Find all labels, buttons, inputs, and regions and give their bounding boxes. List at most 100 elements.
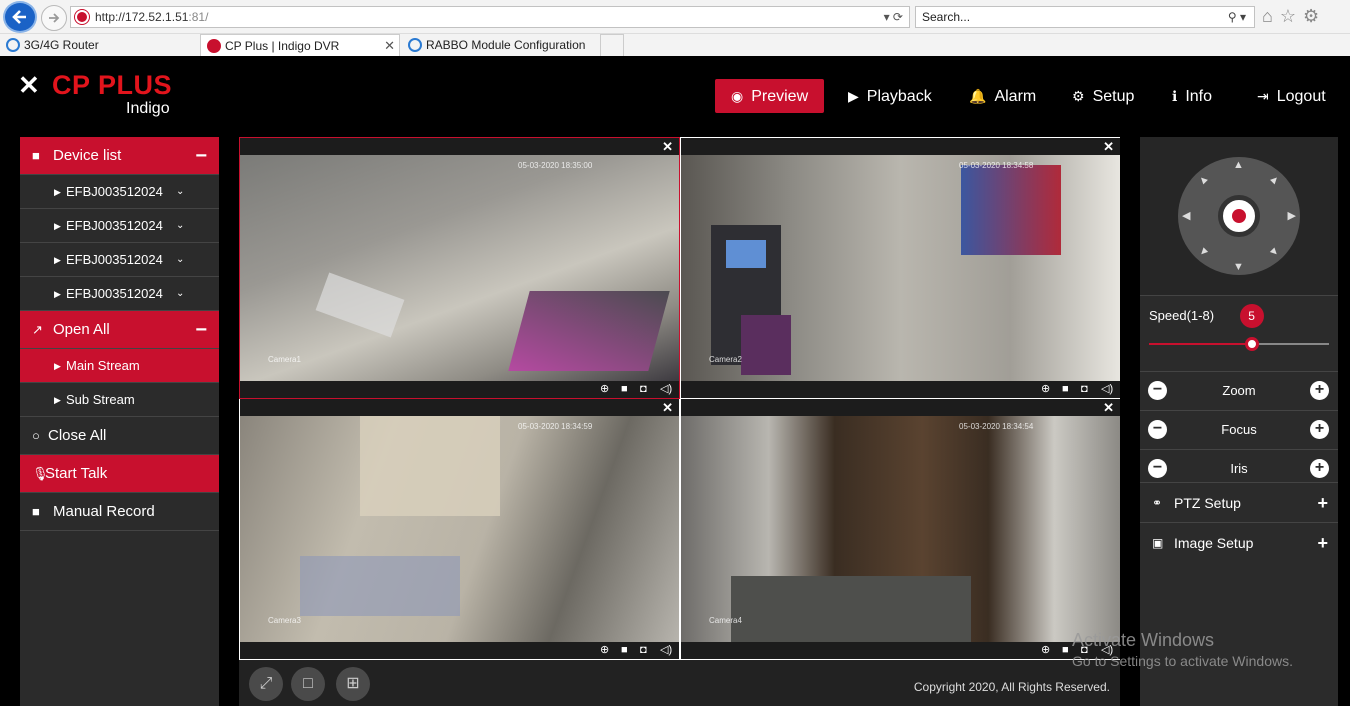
chevron-down-icon[interactable]: ⌄ — [176, 175, 184, 209]
sub-stream-item[interactable]: ▶ Sub Stream — [20, 383, 219, 417]
nav-preview[interactable]: ◉ Preview — [715, 79, 825, 113]
expand-icon[interactable]: + — [1317, 523, 1328, 563]
focus-plus-button[interactable]: + — [1310, 420, 1329, 439]
device-item[interactable]: ▶ EFBJ003512024 ⌄ — [20, 209, 219, 243]
record-icon[interactable]: ■ — [621, 642, 628, 659]
expand-icon[interactable]: + — [1317, 483, 1328, 523]
close-icon[interactable]: ✕ — [662, 138, 673, 155]
device-item[interactable]: ▶ EFBJ003512024 ⌄ — [20, 175, 219, 209]
quad-view-button[interactable]: ⊞ — [336, 667, 370, 701]
record-icon[interactable]: ■ — [1062, 642, 1069, 659]
device-item[interactable]: ▶ EFBJ003512024 ⌄ — [20, 243, 219, 277]
caret-right-icon: ▶ — [54, 255, 61, 265]
star-icon[interactable]: ☆ — [1280, 6, 1303, 26]
back-button[interactable] — [3, 1, 37, 33]
camera-feed[interactable]: 05-03-2020 18:34:54 Camera4 — [681, 416, 1120, 642]
toolbar-icons: ⌂☆⚙ — [1262, 6, 1326, 27]
ptz-setup-section[interactable]: ⚭ PTZ Setup + — [1140, 482, 1338, 522]
record-icon[interactable]: ■ — [1062, 381, 1069, 398]
collapse-icon[interactable]: − — [195, 311, 207, 349]
tab-router[interactable]: 3G/4G Router — [0, 34, 198, 57]
snapshot-icon[interactable]: ◘ — [640, 642, 647, 659]
ie-icon — [6, 38, 20, 52]
close-icon[interactable]: ✕ — [1103, 138, 1114, 155]
forward-button[interactable] — [41, 5, 67, 31]
camera-view-4[interactable]: ✕ 05-03-2020 18:34:54 Camera4 ⊕ ■ ◘ ◁) — [681, 399, 1120, 659]
arrow-down-icon[interactable]: ▼ — [1233, 261, 1244, 273]
collapse-icon[interactable]: − — [195, 137, 207, 175]
camera-view-1[interactable]: ✕ 05-03-2020 18:35:00 Camera1 ⊕ ■ ◘ ◁) — [239, 137, 680, 399]
device-item[interactable]: ▶ EFBJ003512024 ⌄ — [20, 277, 219, 311]
camera-titlebar: ✕ — [681, 138, 1120, 155]
nav-alarm[interactable]: 🔔 Alarm — [969, 79, 1036, 113]
arrow-down-right-icon[interactable]: ▼ — [1266, 244, 1282, 260]
camera-timestamp: 05-03-2020 18:34:54 — [959, 422, 1034, 431]
address-bar[interactable]: http://172.52.1.51:81/ ▾ ⟳ — [70, 6, 910, 28]
camera-view-3[interactable]: ✕ 05-03-2020 18:34:59 Camera3 ⊕ ■ ◘ ◁) — [240, 399, 679, 659]
device-list-header[interactable]: ■ Device list − — [20, 137, 219, 175]
logout-icon: ⇥ — [1257, 88, 1269, 104]
iris-plus-button[interactable]: + — [1310, 459, 1329, 478]
nav-playback[interactable]: ▶ Playback — [848, 79, 932, 113]
close-all-button[interactable]: ○ Close All — [20, 417, 219, 455]
audio-icon[interactable]: ◁) — [660, 642, 672, 659]
zoom-in-icon[interactable]: ⊕ — [600, 381, 609, 398]
ptz-center-button[interactable] — [1218, 195, 1260, 237]
arrow-up-right-icon[interactable]: ▲ — [1266, 172, 1282, 188]
caret-right-icon: ▶ — [54, 187, 61, 197]
tab-rabbo[interactable]: RABBO Module Configuration — [402, 34, 598, 57]
close-icon[interactable]: ✕ — [1103, 399, 1114, 416]
chevron-down-icon[interactable]: ⌄ — [176, 243, 184, 277]
open-all-header[interactable]: ↗ Open All − — [20, 311, 219, 349]
camera-feed[interactable]: 05-03-2020 18:34:58 Camera2 — [681, 155, 1120, 381]
zoom-in-icon[interactable]: ⊕ — [600, 642, 609, 659]
audio-icon[interactable]: ◁) — [1101, 381, 1113, 398]
snapshot-icon[interactable]: ◘ — [640, 381, 647, 398]
tab-cpplus[interactable]: CP Plus | Indigo DVR ✕ — [200, 34, 400, 57]
speed-slider-handle[interactable] — [1244, 337, 1259, 351]
device-label: EFBJ003512024 — [66, 252, 163, 267]
arrow-up-icon[interactable]: ▲ — [1233, 159, 1244, 171]
browser-search-input[interactable]: Search... ⚲ ▾ — [915, 6, 1255, 28]
zoom-in-button[interactable]: + — [1310, 381, 1329, 400]
camera-feed[interactable]: 05-03-2020 18:34:59 Camera3 — [240, 416, 679, 642]
speed-slider[interactable]: 5 — [1149, 304, 1329, 351]
nav-logout[interactable]: ⇥ Logout — [1257, 79, 1326, 113]
snapshot-icon[interactable]: ◘ — [1081, 381, 1088, 398]
fullscreen-button[interactable]: ⤢ — [249, 667, 283, 701]
nav-setup[interactable]: ⚙ Setup — [1072, 79, 1134, 113]
zoom-in-icon[interactable]: ⊕ — [1041, 381, 1050, 398]
record-icon[interactable]: ■ — [621, 381, 628, 398]
arrow-left-icon — [12, 10, 26, 24]
close-tab-icon[interactable]: ✕ — [384, 35, 395, 57]
arrow-right-icon[interactable]: ▶ — [1288, 209, 1296, 222]
zoom-label: Zoom — [1222, 383, 1256, 398]
single-view-button[interactable]: □ — [291, 667, 325, 701]
nav-info[interactable]: ℹ Info — [1172, 79, 1212, 113]
new-tab-button[interactable] — [600, 34, 624, 57]
audio-icon[interactable]: ◁) — [660, 381, 672, 398]
refresh-icon[interactable]: ▾ ⟳ — [884, 7, 903, 27]
camera-view-2[interactable]: ✕ 05-03-2020 18:34:58 Camera2 ⊕ ■ ◘ ◁) — [681, 138, 1120, 398]
gear-icon[interactable]: ⚙ — [1303, 6, 1326, 26]
chevron-down-icon[interactable]: ⌄ — [176, 209, 184, 243]
camera-feed[interactable]: 05-03-2020 18:35:00 Camera1 — [240, 155, 679, 381]
image-setup-section[interactable]: ▣ Image Setup + — [1140, 522, 1338, 562]
zoom-out-button[interactable]: − — [1148, 381, 1167, 400]
camera-icon: ■ — [32, 148, 40, 163]
iris-minus-button[interactable]: − — [1148, 459, 1167, 478]
arrow-up-left-icon[interactable]: ▲ — [1195, 172, 1211, 188]
manual-record-button[interactable]: ■ Manual Record — [20, 493, 219, 531]
arrow-down-left-icon[interactable]: ▼ — [1195, 244, 1211, 260]
arrow-left-icon[interactable]: ◀ — [1182, 209, 1190, 222]
start-talk-button[interactable]: 🎙 Start Talk — [20, 455, 219, 493]
close-icon[interactable]: ✕ — [662, 399, 673, 416]
ptz-ring[interactable]: ▲ ▼ ◀ ▶ ▲ ▲ ▼ ▼ — [1178, 157, 1300, 275]
main-stream-item[interactable]: ▶ Main Stream — [20, 349, 219, 383]
zoom-in-icon[interactable]: ⊕ — [1041, 642, 1050, 659]
chevron-down-icon[interactable]: ⌄ — [176, 277, 184, 311]
focus-minus-button[interactable]: − — [1148, 420, 1167, 439]
search-icon[interactable]: ⚲ ▾ — [1228, 7, 1246, 27]
home-icon[interactable]: ⌂ — [1262, 6, 1280, 26]
caret-right-icon: ▶ — [54, 221, 61, 231]
